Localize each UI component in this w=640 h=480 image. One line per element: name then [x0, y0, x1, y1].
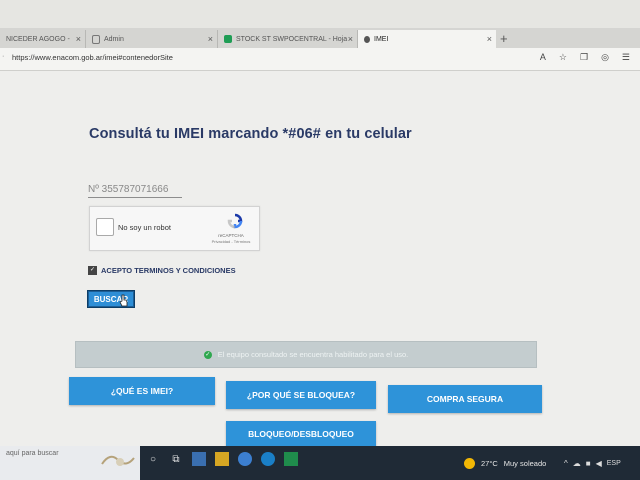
recaptcha-widget: No soy un robot reCAPTCHA Privacidad - T… — [89, 206, 260, 251]
recaptcha-links[interactable]: Privacidad - Términos — [208, 239, 254, 244]
page-icon — [92, 34, 100, 44]
recaptcha-label: No soy un robot — [118, 223, 171, 232]
system-tray: ^ ☁ ■ ◀ ESP — [564, 459, 621, 468]
sun-icon — [464, 458, 475, 469]
check-circle-icon: ✓ — [203, 350, 212, 359]
search-placeholder: aquí para buscar — [6, 450, 59, 457]
recaptcha-checkbox[interactable] — [96, 218, 114, 236]
security-icon[interactable]: ■ — [586, 459, 591, 468]
tab-label: STOCK ST SWPOCENTRAL - Hoja — [236, 35, 348, 43]
task-view-icon[interactable]: ⧉ — [169, 452, 183, 466]
page-content: Consultá tu IMEI marcando *#06# en tu ce… — [0, 71, 640, 447]
edge-icon[interactable] — [261, 452, 275, 466]
hand-cursor-icon — [119, 294, 128, 307]
chevron-up-icon[interactable]: ^ — [564, 459, 568, 468]
address-bar[interactable]: · https://www.enacom.gob.ar/imei#contene… — [0, 48, 640, 71]
taskbar-search[interactable]: aquí para buscar — [0, 446, 140, 480]
url-text[interactable]: https://www.enacom.gob.ar/imei#contenedo… — [12, 53, 173, 62]
favorites-icon[interactable]: ☰ — [622, 52, 630, 63]
recaptcha-logo-icon — [227, 213, 243, 229]
extensions-icon[interactable]: ◎ — [601, 52, 609, 63]
why-blocked-button[interactable]: ¿POR QUÉ SE BLOQUEA? — [226, 381, 376, 409]
file-explorer-icon[interactable] — [215, 452, 229, 466]
page-title: Consultá tu IMEI marcando *#06# en tu ce… — [89, 126, 412, 142]
tab-label: Admin — [104, 35, 124, 43]
tab-imei[interactable]: IMEI × — [358, 30, 496, 48]
weather-description: Muy soleado — [503, 459, 547, 468]
cortana-icon[interactable]: ○ — [146, 452, 160, 466]
new-tab-icon[interactable]: + — [500, 31, 508, 46]
sheets-icon — [224, 35, 232, 43]
volume-icon[interactable]: ◀ — [596, 459, 602, 468]
favorite-add-icon[interactable]: ☆ — [559, 52, 567, 63]
temperature: 27°C — [481, 459, 498, 468]
safe-purchase-button[interactable]: COMPRA SEGURA — [388, 385, 542, 413]
tab-bar: NICEDER AGOGO - × Admin × STOCK ST SWPOC… — [0, 28, 640, 48]
weather-widget[interactable]: 27°C Muy soleado — [464, 458, 546, 469]
taskbar: aquí para buscar ○ ⧉ 27°C Muy soleado ^ … — [0, 446, 640, 480]
lock-icon: · — [2, 53, 5, 60]
imei-input[interactable] — [88, 181, 182, 198]
language-indicator[interactable]: ESP — [607, 460, 621, 467]
read-aloud-icon[interactable]: A — [540, 52, 546, 63]
what-is-imei-button[interactable]: ¿QUÉ ES IMEI? — [69, 377, 215, 405]
close-icon[interactable]: × — [76, 34, 81, 44]
close-icon[interactable]: × — [348, 34, 353, 44]
excel-icon[interactable] — [284, 452, 298, 466]
site-icon — [364, 35, 370, 43]
collections-icon[interactable]: ❐ — [580, 52, 588, 63]
recaptcha-brand: reCAPTCHA — [218, 233, 244, 238]
block-unblock-button[interactable]: BLOQUEO/DESBLOQUEO — [226, 421, 376, 447]
screen: NICEDER AGOGO - × Admin × STOCK ST SWPOC… — [0, 0, 640, 480]
terms-row[interactable]: ✓ ACEPTO TERMINOS Y CONDICIONES — [88, 266, 236, 275]
onedrive-icon[interactable]: ☁ — [573, 459, 581, 468]
search-highlight-icon — [101, 455, 135, 466]
chrome-icon[interactable] — [238, 452, 252, 466]
terms-label[interactable]: ACEPTO TERMINOS Y CONDICIONES — [101, 266, 236, 275]
terms-checkbox[interactable]: ✓ — [88, 266, 97, 275]
close-icon[interactable]: × — [487, 34, 492, 44]
tab-label: IMEI — [374, 35, 389, 43]
close-icon[interactable]: × — [208, 34, 213, 44]
result-text: El equipo consultado se encuentra habili… — [217, 350, 409, 359]
tab-admin[interactable]: Admin × — [86, 30, 218, 48]
result-message: ✓ El equipo consultado se encuentra habi… — [75, 341, 537, 368]
tab-label: NICEDER AGOGO - — [6, 35, 70, 43]
tab-niceder[interactable]: NICEDER AGOGO - × — [0, 30, 86, 48]
word-icon[interactable] — [192, 452, 206, 466]
tab-stock[interactable]: STOCK ST SWPOCENTRAL - Hoja × — [218, 30, 358, 48]
